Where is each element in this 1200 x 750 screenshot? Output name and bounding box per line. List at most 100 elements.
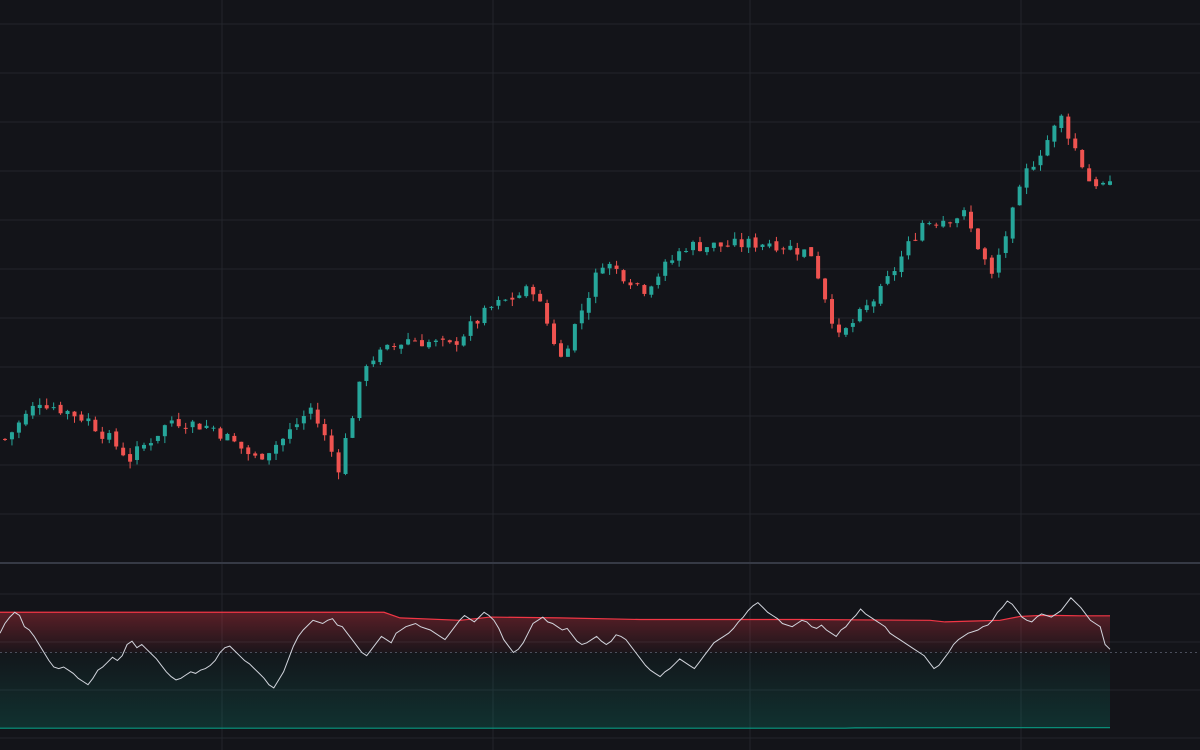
candle-body — [93, 419, 98, 432]
candle-body — [753, 237, 758, 248]
candle-body — [725, 245, 730, 247]
candle-body — [225, 433, 230, 441]
candle-body — [600, 267, 605, 274]
candle-body — [190, 421, 195, 428]
candle-body — [128, 454, 133, 462]
candle-body — [447, 340, 452, 343]
candle-body — [433, 340, 438, 342]
candle-body — [934, 224, 939, 226]
candle-body — [30, 405, 35, 416]
candle-body — [552, 323, 557, 345]
candle-body — [246, 447, 251, 455]
indicator-pane — [0, 597, 1200, 729]
candle-body — [350, 418, 355, 438]
candle-body — [510, 297, 515, 300]
candle-body — [322, 424, 327, 436]
candle-body — [141, 444, 146, 449]
candle-body — [892, 271, 897, 276]
candle-body — [962, 210, 967, 217]
candle-body — [1066, 116, 1071, 139]
candle-body — [107, 433, 112, 440]
candle-body — [378, 349, 383, 363]
candle-body — [975, 228, 980, 250]
candle-body — [545, 303, 550, 324]
candle-body — [1101, 182, 1106, 185]
candle-body — [399, 344, 404, 349]
candle-body — [871, 301, 876, 307]
candle-body — [23, 413, 28, 425]
candle-body — [1073, 138, 1078, 149]
candle-body — [1038, 155, 1043, 166]
candle-body — [711, 242, 716, 248]
candle-body — [996, 254, 1001, 273]
candle-body — [1059, 115, 1064, 128]
candle-body — [454, 341, 459, 345]
candle-body — [1080, 149, 1085, 168]
candle-body — [51, 407, 56, 409]
candle-body — [308, 407, 313, 414]
candle-body — [9, 432, 14, 440]
candle-body — [135, 446, 140, 460]
candle-body — [232, 435, 237, 442]
candle-body — [1052, 125, 1057, 142]
candle-body — [677, 251, 682, 261]
candle-body — [1094, 179, 1099, 187]
candle-body — [503, 299, 508, 301]
candle-body — [788, 245, 793, 250]
candle-body — [864, 305, 869, 310]
candle-body — [927, 223, 932, 225]
candle-body — [72, 411, 77, 417]
candle-body — [670, 260, 675, 263]
candle-body — [857, 309, 862, 322]
candle-body — [850, 323, 855, 327]
candle-body — [878, 286, 883, 304]
candle-body — [969, 211, 974, 229]
candle-body — [809, 247, 814, 257]
candle-body — [301, 416, 306, 424]
candle-body — [614, 265, 619, 269]
candle-body — [371, 360, 376, 365]
candle-body — [920, 222, 925, 241]
candle-body — [649, 286, 654, 295]
candle-body — [635, 283, 640, 285]
chart-canvas[interactable] — [0, 0, 1200, 750]
candle-body — [586, 297, 591, 313]
candle-body — [211, 427, 216, 429]
candle-body — [830, 299, 835, 324]
candle-body — [364, 366, 369, 381]
candle-body — [941, 220, 946, 227]
candle-body — [1003, 236, 1008, 254]
candle-body — [1108, 181, 1112, 185]
candle-body — [1017, 186, 1022, 206]
candle-body — [260, 453, 265, 460]
candle-body — [1045, 140, 1050, 156]
candle-body — [114, 431, 119, 447]
candle-body — [989, 257, 994, 274]
candle-body — [593, 272, 598, 297]
candle-body — [280, 438, 285, 446]
candle-body — [461, 336, 466, 346]
candle-body — [44, 405, 49, 409]
candle-body — [58, 404, 63, 414]
candle-body — [1010, 207, 1015, 239]
candle-body — [558, 343, 563, 357]
candle-body — [253, 453, 258, 456]
candle-body — [343, 438, 348, 474]
candle-body — [1087, 168, 1092, 182]
candle-body — [982, 248, 987, 260]
candle-body — [162, 425, 167, 437]
candle-body — [899, 256, 904, 272]
candle-body — [16, 422, 21, 433]
candle-body — [3, 438, 7, 440]
candle-body — [357, 381, 362, 419]
candle-body — [642, 285, 647, 294]
candle-body — [239, 441, 244, 449]
candle-body — [955, 218, 960, 224]
candle-body — [774, 241, 779, 251]
candle-body — [691, 241, 696, 251]
candle-body — [802, 249, 807, 257]
candle-body — [392, 346, 397, 348]
candle-body — [718, 242, 723, 247]
candle-body — [885, 276, 890, 284]
candle-body — [816, 255, 821, 279]
